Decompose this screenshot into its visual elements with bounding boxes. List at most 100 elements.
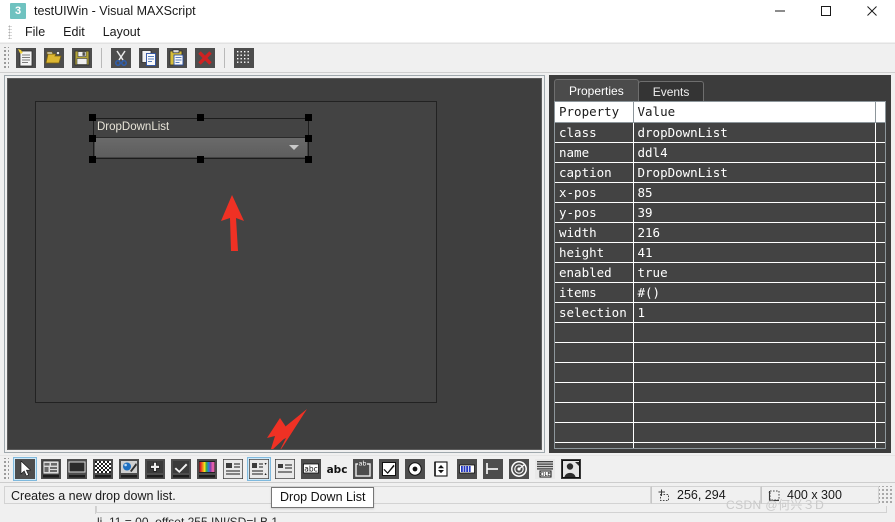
tool-radial-control[interactable] (507, 457, 531, 481)
tool-pick-button[interactable] (143, 457, 167, 481)
property-value-caption[interactable]: DropDownList (633, 162, 876, 183)
table-row[interactable]: y-pos 39 (555, 202, 885, 223)
resize-handle-middle-left[interactable] (89, 135, 96, 142)
tool-color-picker[interactable] (195, 457, 219, 481)
delete-button[interactable] (193, 46, 217, 70)
tool-group-box[interactable]: ab (351, 457, 375, 481)
table-row-empty[interactable] (555, 362, 885, 383)
toolbar-drag-handle[interactable] (2, 47, 9, 69)
maximize-button[interactable] (803, 0, 849, 22)
property-name-class: class (555, 122, 634, 143)
toolbar-separator-1 (101, 48, 102, 68)
property-value-items[interactable]: #() (633, 282, 876, 303)
tool-material-button[interactable] (117, 457, 141, 481)
tool-angle-control[interactable] (481, 457, 505, 481)
tab-events[interactable]: Events (637, 81, 705, 101)
tool-bitmap-control[interactable] (559, 457, 583, 481)
tool-check-button[interactable] (169, 457, 193, 481)
property-value-height[interactable]: 41 (633, 242, 876, 263)
tab-properties[interactable]: Properties (554, 79, 639, 101)
resize-handle-bottom-left[interactable] (89, 156, 96, 163)
table-row[interactable]: name ddl4 (555, 142, 885, 163)
tool-edit-text[interactable]: abc (299, 457, 323, 481)
tool-checkbox[interactable] (377, 457, 401, 481)
tool-label[interactable]: abc (325, 457, 349, 481)
angle-bracket-icon (483, 459, 503, 479)
table-row[interactable]: enabled true (555, 262, 885, 283)
table-row-empty[interactable] (555, 342, 885, 363)
tool-checkerboard[interactable] (91, 457, 115, 481)
table-row-empty[interactable] (555, 322, 885, 343)
toggle-grid-button[interactable] (232, 46, 256, 70)
list-box-icon (223, 459, 243, 479)
tool-spinner[interactable] (429, 457, 453, 481)
copy-button[interactable] (137, 46, 161, 70)
property-value-x-pos[interactable]: 85 (633, 182, 876, 203)
cut-button[interactable] (109, 46, 133, 70)
tool-drop-down-list[interactable] (247, 457, 271, 481)
window-resize-grip[interactable] (879, 486, 893, 504)
table-row[interactable]: caption DropDownList (555, 162, 885, 183)
table-row[interactable]: class dropDownList (555, 122, 885, 143)
property-value-width[interactable]: 216 (633, 222, 876, 243)
close-button[interactable] (849, 0, 895, 22)
copy-pages-icon (139, 48, 159, 68)
menu-edit[interactable]: Edit (54, 23, 94, 41)
property-value-enabled[interactable]: true (633, 262, 876, 283)
property-name-x-pos: x-pos (555, 182, 634, 203)
red-x-icon (195, 48, 215, 68)
table-row[interactable]: width 216 (555, 222, 885, 243)
new-file-button[interactable] (14, 46, 38, 70)
designer-canvas[interactable]: DropDownList (7, 78, 542, 450)
tool-button[interactable] (65, 457, 89, 481)
palette-drag-handle[interactable] (2, 458, 9, 480)
menu-bar: File Edit Layout (0, 22, 895, 42)
table-row[interactable]: selection 1 (555, 302, 885, 323)
maximize-icon (821, 6, 831, 16)
table-row-empty[interactable] (555, 382, 885, 403)
button-icon (67, 459, 87, 479)
tool-radio-button[interactable] (403, 457, 427, 481)
save-file-button[interactable] (70, 46, 94, 70)
open-file-button[interactable] (42, 46, 66, 70)
table-row[interactable]: items #() (555, 282, 885, 303)
tool-rollout[interactable] (39, 457, 63, 481)
property-value-y-pos[interactable]: 39 (633, 202, 876, 223)
dropdownlist-control[interactable]: DropDownList (93, 118, 309, 159)
properties-panel-tabs: Properties Events (554, 79, 705, 101)
table-row[interactable]: x-pos 85 (555, 182, 885, 203)
table-row-empty[interactable] (555, 442, 885, 448)
resize-handle-bottom-right[interactable] (305, 156, 312, 163)
table-row[interactable]: height 41 (555, 242, 885, 263)
tool-select-pointer[interactable] (13, 457, 37, 481)
table-row-empty[interactable] (555, 402, 885, 423)
menu-drag-handle[interactable] (8, 25, 12, 39)
property-value-class[interactable]: dropDownList (633, 122, 876, 143)
row-spacer (875, 282, 885, 303)
tool-combo-box[interactable] (273, 457, 297, 481)
open-folder-icon (44, 48, 64, 68)
tool-slider[interactable] (455, 457, 479, 481)
dropdownlist-field[interactable] (95, 137, 307, 157)
property-value-name[interactable]: ddl4 (633, 142, 876, 163)
tool-list-box[interactable] (221, 457, 245, 481)
minimize-button[interactable] (757, 0, 803, 22)
row-spacer (875, 162, 885, 183)
resize-handle-top-right[interactable] (305, 114, 312, 121)
menu-layout[interactable]: Layout (94, 23, 150, 41)
table-row-empty[interactable] (555, 422, 885, 443)
resize-handle-top-center[interactable] (197, 114, 204, 121)
property-value-selection[interactable]: 1 (633, 302, 876, 323)
resize-handle-bottom-center[interactable] (197, 156, 204, 163)
material-sphere-icon (119, 459, 139, 479)
resize-handle-top-left[interactable] (89, 114, 96, 121)
row-spacer (875, 262, 885, 283)
menu-file[interactable]: File (16, 23, 54, 41)
properties-grid-frame[interactable]: Property Value class dropDownList name d… (554, 101, 886, 449)
tool-ole-control[interactable]: OLE (533, 457, 557, 481)
dot-grid-icon (234, 48, 254, 68)
paste-button[interactable] (165, 46, 189, 70)
clipboard-icon (167, 48, 187, 68)
resize-handle-middle-right[interactable] (305, 135, 312, 142)
row-spacer (875, 302, 885, 323)
